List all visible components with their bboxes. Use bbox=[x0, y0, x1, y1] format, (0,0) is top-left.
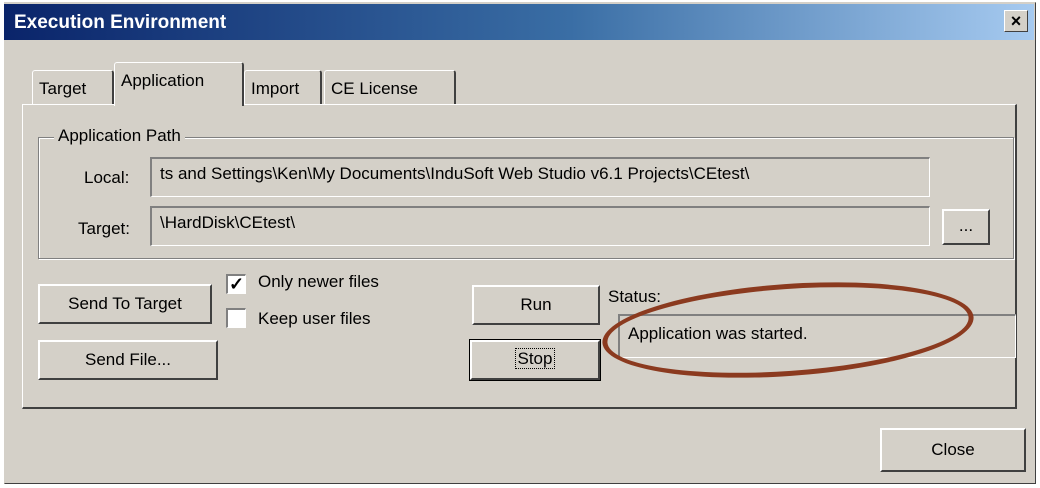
close-label: Close bbox=[931, 440, 975, 459]
target-path-value: \HardDisk\CEtest\ bbox=[160, 213, 296, 232]
send-to-target-button[interactable]: Send To Target bbox=[38, 284, 212, 324]
tab-ce-license[interactable]: CE License bbox=[324, 70, 456, 104]
keep-user-label: Keep user files bbox=[258, 309, 371, 328]
tab-import[interactable]: Import bbox=[244, 70, 322, 104]
send-file-label: Send File... bbox=[85, 350, 171, 369]
tab-label: Application bbox=[121, 71, 205, 90]
stop-button[interactable]: Stop bbox=[469, 339, 601, 381]
tab-application[interactable]: Application bbox=[114, 62, 244, 106]
stop-label: Stop bbox=[514, 348, 556, 369]
window-title: Execution Environment bbox=[14, 12, 227, 33]
close-icon[interactable]: × bbox=[1004, 10, 1028, 32]
tab-label: Import bbox=[251, 79, 300, 98]
target-path-field[interactable]: \HardDisk\CEtest\ bbox=[150, 206, 930, 246]
tab-target[interactable]: Target bbox=[32, 70, 114, 104]
run-label: Run bbox=[520, 295, 552, 314]
run-button[interactable]: Run bbox=[472, 285, 600, 325]
close-button[interactable]: Close bbox=[880, 428, 1026, 472]
only-newer-checkbox[interactable]: ✓ bbox=[226, 274, 246, 294]
send-file-button[interactable]: Send File... bbox=[38, 340, 218, 380]
keep-user-checkbox[interactable] bbox=[226, 308, 246, 328]
group-legend: Application Path bbox=[54, 126, 185, 146]
browse-label: ... bbox=[958, 216, 974, 235]
tab-label: Target bbox=[39, 79, 87, 98]
local-path-field[interactable]: ts and Settings\Ken\My Documents\InduSof… bbox=[150, 157, 930, 197]
target-label: Target: bbox=[78, 219, 130, 238]
status-label: Status: bbox=[608, 287, 661, 306]
only-newer-label: Only newer files bbox=[258, 272, 379, 291]
tab-label: CE License bbox=[331, 79, 418, 98]
browse-button[interactable]: ... bbox=[942, 209, 990, 245]
title-bar[interactable]: Execution Environment × bbox=[4, 4, 1034, 40]
local-path-value: ts and Settings\Ken\My Documents\InduSof… bbox=[160, 164, 750, 183]
local-label: Local: bbox=[84, 168, 130, 187]
send-to-target-label: Send To Target bbox=[68, 294, 182, 313]
check-icon: ✓ bbox=[228, 274, 245, 294]
